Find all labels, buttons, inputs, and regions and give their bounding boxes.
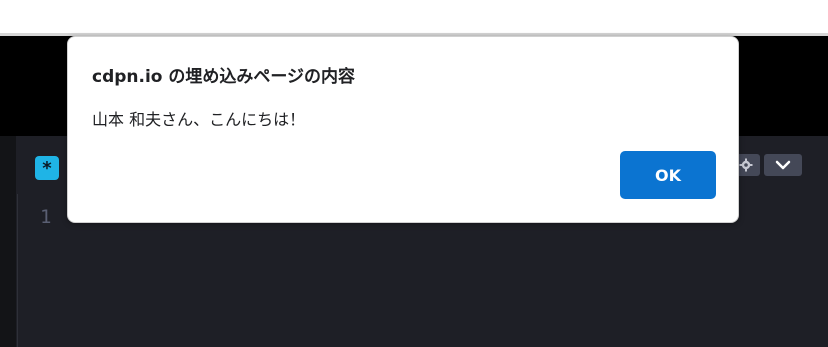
dialog-message: 山本 和夫さん、こんにちは！ <box>92 110 306 129</box>
browser-chrome <box>0 0 828 33</box>
css-badge-icon: * <box>35 156 59 180</box>
gear-icon <box>739 158 753 172</box>
page: * 1 cdpn.io の埋め込みページの内容 山本 和夫さん、こんにちは！ O… <box>0 0 828 347</box>
ok-button[interactable]: OK <box>620 151 716 199</box>
editor-left-gutter <box>0 136 16 347</box>
chevron-down-icon <box>775 160 791 170</box>
line-number: 1 <box>40 206 52 228</box>
alert-dialog: cdpn.io の埋め込みページの内容 山本 和夫さん、こんにちは！ OK <box>67 36 739 223</box>
dialog-title: cdpn.io の埋め込みページの内容 <box>92 67 356 87</box>
editor-collapse-button[interactable] <box>764 154 802 176</box>
